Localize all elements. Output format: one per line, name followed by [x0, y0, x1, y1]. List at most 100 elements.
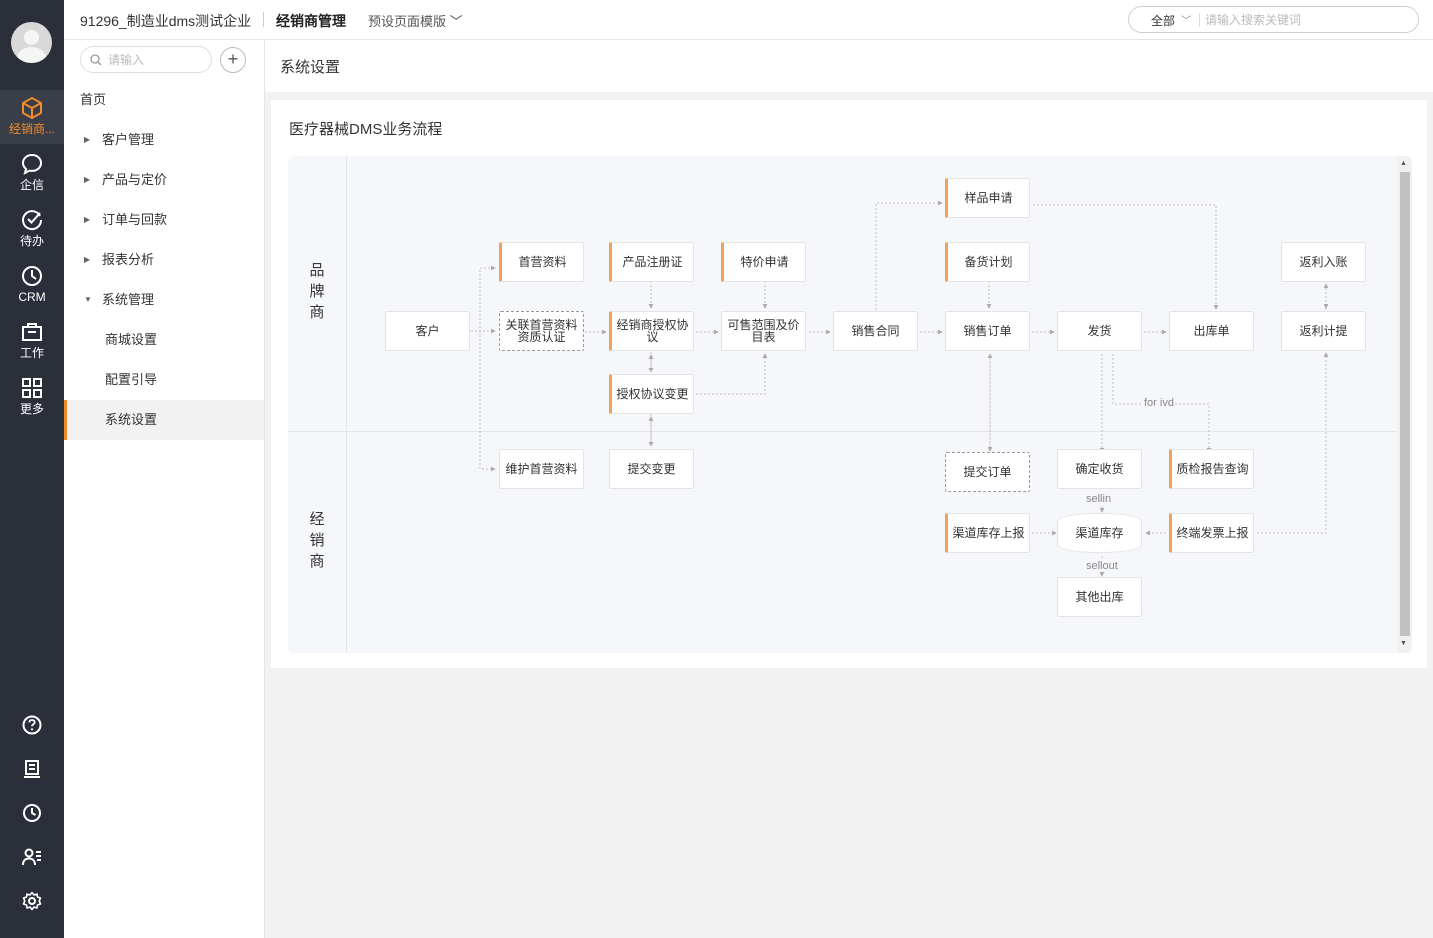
nav-item-label: 客户管理 — [102, 132, 155, 147]
nav-item-config-guide[interactable]: 配置引导 — [64, 360, 264, 400]
card-title: 医疗器械DMS业务流程 — [289, 121, 443, 138]
preset-template-dropdown[interactable]: 预设页面模版 ﹀ — [368, 11, 463, 30]
nav-search-input[interactable] — [108, 51, 204, 69]
flow-node-authorization-change[interactable]: 授权协议变更 — [609, 374, 694, 414]
nav-item-label: 系统设置 — [105, 412, 158, 427]
nav-item-label: 产品与定价 — [102, 172, 168, 187]
nav-item-home[interactable]: 首页 — [64, 80, 264, 120]
nav-item-products[interactable]: ▶ 产品与定价 — [64, 160, 264, 200]
rail-item-work[interactable]: 工作 — [0, 314, 64, 368]
nav-search — [80, 46, 212, 73]
flow-node-confirm-receipt[interactable]: 确定收货 — [1057, 449, 1142, 489]
rail-item-label: 待办 — [19, 234, 44, 248]
caret-down-icon: ▼ — [84, 295, 92, 304]
edge-label-sellout: sellout — [1085, 560, 1119, 572]
contacts-button[interactable] — [0, 842, 64, 872]
rail-item-label: 工作 — [19, 346, 44, 360]
notes-button[interactable] — [0, 754, 64, 784]
caret-right-icon: ▶ — [84, 215, 91, 224]
nav-item-orders[interactable]: ▶ 订单与回款 — [64, 200, 264, 240]
flow-node-submit-change[interactable]: 提交变更 — [609, 449, 694, 489]
edge-label-for-ivd: for ivd — [1143, 397, 1175, 409]
process-card: 医疗器械DMS业务流程 品 牌 商 经 销 商 客户 首营资料 关联首营资料资质… — [271, 100, 1427, 668]
nav-item-label: 首页 — [80, 92, 107, 107]
flow-node-rebate-accrual[interactable]: 返利计提 — [1281, 311, 1366, 351]
history-button[interactable] — [0, 798, 64, 828]
company-name[interactable]: 91296_制造业dms测试企业 — [80, 11, 251, 31]
help-button[interactable] — [0, 710, 64, 740]
rail-item-label: CRM — [18, 290, 46, 304]
help-icon — [22, 715, 42, 735]
module-title[interactable]: 经销商管理 — [276, 11, 346, 31]
caret-right-icon: ▶ — [84, 255, 91, 264]
flow-node-product-registration[interactable]: 产品注册证 — [609, 242, 694, 282]
scroll-up-arrow-icon[interactable]: ▲ — [1400, 160, 1407, 167]
process-flow-diagram: 品 牌 商 经 销 商 客户 首营资料 关联首营资料资质认证 产品注册证 经销商… — [288, 156, 1412, 653]
flow-node-channel-stock-report[interactable]: 渠道库存上报 — [945, 513, 1030, 553]
preset-template-label: 预设页面模版 — [368, 14, 447, 29]
top-bar: 91296_制造业dms测试企业 经销商管理 预设页面模版 ﹀ 全部 ﹀ — [64, 0, 1433, 40]
flow-node-special-price[interactable]: 特价申请 — [721, 242, 806, 282]
page-header: 系统设置 — [265, 40, 1433, 92]
flow-node-other-outbound[interactable]: 其他出库 — [1057, 577, 1142, 617]
nav-item-label: 商城设置 — [105, 332, 158, 347]
flow-node-delivery[interactable]: 发货 — [1057, 311, 1142, 351]
rail-item-label: 更多 — [19, 402, 44, 416]
nav-item-mall-settings[interactable]: 商城设置 — [64, 320, 264, 360]
rail-item-more[interactable]: 更多 — [0, 370, 64, 424]
flow-node-channel-stock[interactable]: 渠道库存 — [1057, 513, 1142, 553]
divider — [263, 12, 264, 27]
nav-item-system-settings[interactable]: 系统设置 — [64, 400, 264, 440]
settings-button[interactable] — [0, 886, 64, 916]
chevron-down-icon: ﹀ — [446, 14, 463, 29]
nav-item-label: 订单与回款 — [102, 212, 168, 227]
document-icon — [24, 760, 40, 778]
search-icon — [90, 54, 102, 66]
nav-item-customers[interactable]: ▶ 客户管理 — [64, 120, 264, 160]
global-search: 全部 ﹀ — [1128, 6, 1419, 33]
nav-item-label: 报表分析 — [102, 252, 155, 267]
rail-item-label: 企信 — [19, 178, 44, 192]
flow-node-rebate-entry[interactable]: 返利入账 — [1281, 242, 1366, 282]
app-rail: 经销商... 企信 待办 CRM 工作 更多 — [0, 0, 64, 938]
search-scope-select[interactable]: 全部 — [1151, 12, 1175, 29]
nav-item-system-admin[interactable]: ▼ 系统管理 — [64, 280, 264, 320]
rail-item-dealer[interactable]: 经销商... — [0, 90, 64, 144]
flow-node-sales-order[interactable]: 销售订单 — [945, 311, 1030, 351]
flow-node-first-data[interactable]: 首营资料 — [499, 242, 584, 282]
grid-icon — [22, 378, 42, 398]
avatar[interactable] — [11, 22, 52, 63]
flow-node-terminal-invoice[interactable]: 终端发票上报 — [1169, 513, 1254, 553]
flow-node-sample-application[interactable]: 样品申请 — [945, 178, 1030, 218]
rail-item-crm[interactable]: CRM — [0, 258, 64, 312]
global-search-input[interactable] — [1205, 10, 1405, 30]
flow-node-link-qualification[interactable]: 关联首营资料资质认证 — [499, 311, 584, 351]
cube-icon — [22, 97, 42, 119]
flow-node-stock-plan[interactable]: 备货计划 — [945, 242, 1030, 282]
flow-node-sales-contract[interactable]: 销售合同 — [833, 311, 918, 351]
flow-node-submit-order[interactable]: 提交订单 — [945, 452, 1030, 492]
nav-item-label: 系统管理 — [102, 292, 155, 307]
history-icon — [23, 804, 41, 822]
flow-node-maintain-first-data[interactable]: 维护首营资料 — [499, 449, 584, 489]
flow-connectors — [471, 200, 1329, 577]
scroll-down-arrow-icon[interactable]: ▼ — [1400, 640, 1407, 647]
scrollbar-thumb[interactable] — [1400, 172, 1410, 636]
flow-node-dealer-authorization[interactable]: 经销商授权协议 — [609, 311, 694, 351]
add-button[interactable]: + — [220, 47, 246, 73]
flow-node-sale-scope[interactable]: 可售范围及价目表 — [721, 311, 806, 351]
briefcase-icon — [22, 323, 42, 341]
user-list-icon — [22, 848, 41, 866]
flow-node-customer[interactable]: 客户 — [385, 311, 470, 351]
nav-item-reports[interactable]: ▶ 报表分析 — [64, 240, 264, 280]
rail-item-todo[interactable]: 待办 — [0, 202, 64, 256]
side-nav: + 首页 ▶ 客户管理 ▶ 产品与定价 ▶ 订单与回款 ▶ 报表分析 ▼ 系统管理 商城设… — [64, 40, 265, 938]
diagram-scrollbar[interactable]: ▲ ▼ — [1397, 156, 1412, 653]
flow-node-qc-report[interactable]: 质检报告查询 — [1169, 449, 1254, 489]
rail-item-chat[interactable]: 企信 — [0, 146, 64, 200]
check-circle-icon — [22, 210, 43, 231]
rail-item-label: 经销商... — [8, 122, 55, 136]
flow-node-outbound-order[interactable]: 出库单 — [1169, 311, 1254, 351]
divider — [1199, 13, 1200, 27]
caret-right-icon: ▶ — [84, 135, 91, 144]
